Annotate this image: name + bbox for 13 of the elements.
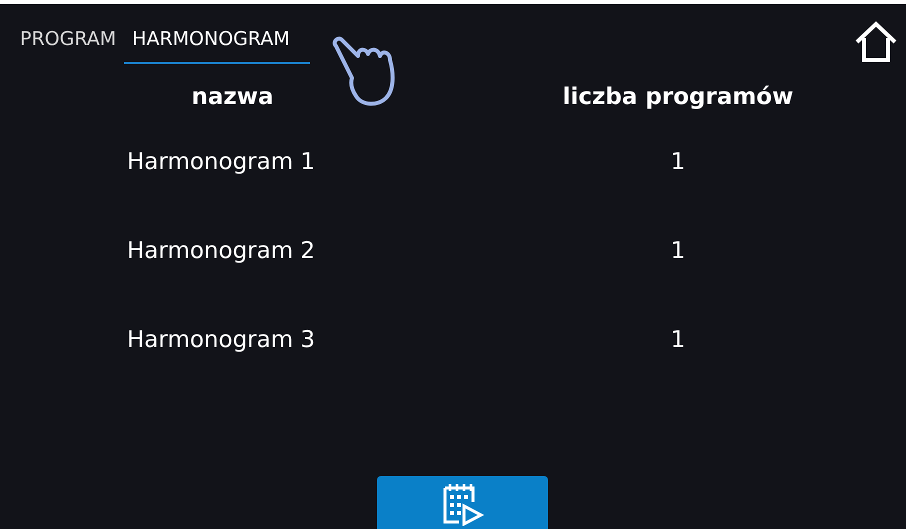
table-cell[interactable]: Harmonogram 3 <box>0 298 465 387</box>
table-cell[interactable]: 1 <box>465 209 891 298</box>
table-cell[interactable]: Harmonogram 2 <box>0 209 465 298</box>
calendar-play-icon <box>440 482 484 526</box>
column-header: liczba programów <box>562 83 794 112</box>
table-cell[interactable]: 1 <box>465 298 891 387</box>
table-cell[interactable]: Harmonogram 1 <box>0 120 465 209</box>
schedule-button[interactable] <box>377 476 548 529</box>
home-icon[interactable] <box>854 20 898 64</box>
tab[interactable]: HARMONOGRAM <box>124 24 310 64</box>
column-header: nazwa <box>190 83 275 112</box>
tab[interactable]: PROGRAM <box>12 24 124 64</box>
table-cell[interactable]: 1 <box>465 120 891 209</box>
